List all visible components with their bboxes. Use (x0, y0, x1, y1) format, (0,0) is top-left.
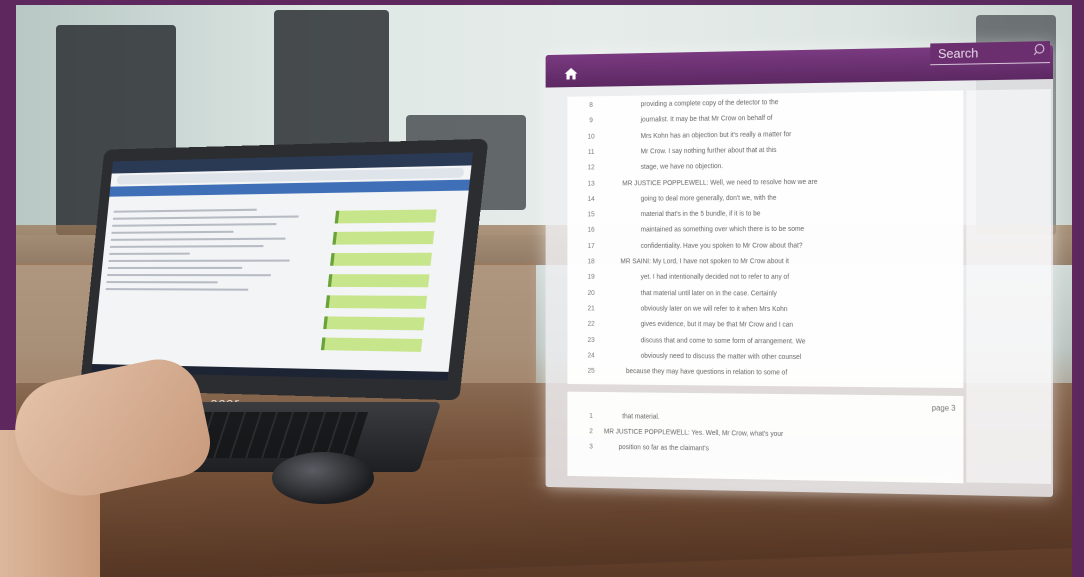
transcript-line: 13 MR JUSTICE POPPLEWELL: Well, we need t… (567, 177, 963, 194)
transcript-line: 21 obviously later on we will refer to it… (567, 305, 963, 320)
line-number: 17 (587, 242, 595, 250)
transcript-line: 24 obviously need to discuss the matter w… (567, 352, 963, 369)
line-text: confidentiality. Have you spoken to Mr C… (640, 242, 803, 250)
laptop-note (332, 231, 435, 245)
line-number: 15 (587, 211, 595, 219)
line-text: providing a complete copy of the detecto… (640, 99, 779, 109)
laptop-text-lines (105, 203, 322, 297)
line-text: Mr Crow. I say nothing further about tha… (640, 146, 777, 156)
line-number: 16 (587, 227, 595, 234)
laptop-note (334, 209, 437, 224)
line-text: yet. I had intentionally decided not to … (640, 274, 790, 282)
transcript-line: 15 material that's in the 5 bundle, if it… (567, 210, 963, 226)
laptop-note (327, 274, 430, 288)
line-text: MR JUSTICE POPPLEWELL: Yes. Well, Mr Cro… (603, 428, 784, 438)
line-text: because they may have questions in relat… (625, 368, 788, 377)
line-number: 14 (587, 195, 595, 203)
computer-mouse (272, 452, 374, 504)
line-number: 19 (587, 274, 595, 281)
page-number: page 3 (931, 403, 956, 413)
transcript-line: 19 yet. I had intentionally decided not t… (567, 274, 963, 288)
line-number: 18 (587, 258, 595, 266)
line-text: stage, we have no objection. (640, 163, 724, 171)
transcript-side-margin (966, 89, 1052, 484)
laptop-note (330, 252, 432, 266)
search-input[interactable]: Search (930, 41, 1051, 66)
transcript-line: 10 Mrs Kohn has an objection but it's rea… (567, 129, 963, 147)
line-text: MR SAINI: My Lord, I have not spoken to … (620, 258, 789, 266)
line-text: gives evidence, but it may be that Mr Cr… (640, 321, 794, 329)
line-number: 2 (589, 428, 593, 436)
line-text: discuss that and come to some form of ar… (640, 337, 806, 345)
line-number: 13 (587, 180, 595, 188)
line-text: position so far as the claimant's (618, 444, 709, 453)
line-number: 10 (587, 133, 595, 141)
line-text: obviously need to discuss the matter wit… (640, 352, 802, 361)
line-number: 22 (587, 321, 595, 328)
search-placeholder: Search (938, 45, 979, 62)
line-text: obviously later on we will refer to it w… (640, 305, 788, 313)
line-text: maintained as something over which there… (640, 226, 805, 234)
transcript-line: 25 because they may have questions in rel… (567, 368, 963, 385)
line-number: 21 (587, 305, 595, 313)
home-icon[interactable] (564, 67, 579, 81)
line-text: that material. (622, 413, 660, 421)
line-text: MR JUSTICE POPPLEWELL: Well, we need to … (622, 178, 818, 187)
transcript-page: page 3 1 that material. 2 MR JUSTICE POPPLE… (567, 391, 964, 484)
laptop-note (320, 337, 423, 352)
laptop-display (91, 152, 473, 381)
transcript-line: 20 that material until later on in the ca… (567, 290, 963, 305)
line-number: 11 (587, 149, 595, 156)
transcript-line: 12 stage, we have no objection. (567, 161, 963, 178)
transcript-line: 23 discuss that and come to some form of … (567, 337, 963, 353)
line-text: journalist. It may be that Mr Crow on be… (640, 115, 773, 124)
transcript-panel: Search 8 providing a complete copy of the… (545, 41, 1053, 497)
line-number: 24 (587, 352, 595, 360)
transcript-line: 14 going to deal more generally, don't we… (567, 193, 963, 209)
transcript-line: 22 gives evidence, but it may be that Mr … (567, 321, 963, 337)
line-number: 1 (589, 412, 593, 420)
line-number: 20 (587, 289, 595, 297)
line-number: 9 (589, 117, 593, 125)
laptop-note (325, 295, 428, 309)
frame-right (1072, 0, 1084, 577)
transcript-line: 16 maintained as something over which the… (567, 226, 963, 241)
transcript-line: 17 confidentiality. Have you spoken to Mr… (567, 242, 963, 256)
line-number: 3 (589, 443, 593, 451)
line-number: 8 (589, 102, 593, 109)
line-number: 25 (587, 367, 595, 375)
transcript-page: 8 providing a complete copy of the detect… (567, 90, 964, 389)
transcript-line: 18 MR SAINI: My Lord, I have not spoken t… (567, 258, 963, 272)
transcript-line: 11 Mr Crow. I say nothing further about t… (567, 145, 963, 163)
laptop-note (323, 316, 425, 331)
line-number: 12 (587, 164, 595, 172)
line-text: that material until later on in the case… (640, 289, 777, 297)
search-icon[interactable] (1033, 43, 1046, 56)
line-text: Mrs Kohn has an objection but it's reall… (640, 130, 792, 140)
line-number: 23 (587, 336, 595, 344)
line-text: material that's in the 5 bundle, if it i… (640, 210, 761, 219)
line-text: going to deal more generally, don't we, … (640, 194, 777, 203)
